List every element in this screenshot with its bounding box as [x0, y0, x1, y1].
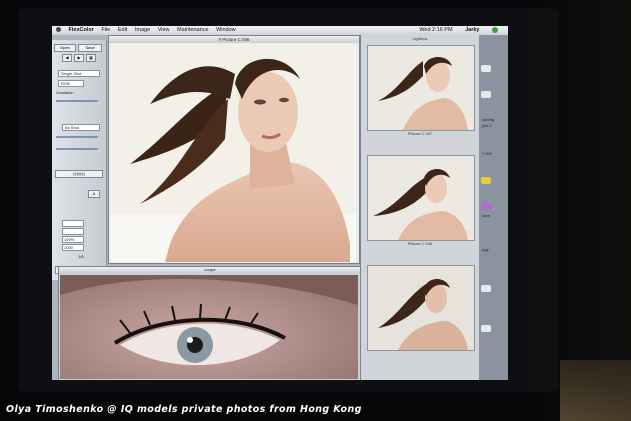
thumbnail-3[interactable] — [367, 265, 475, 351]
shot-select-value: As Shot — [65, 125, 80, 130]
menu-maintenance[interactable]: Maintenance — [177, 27, 209, 33]
room-shadow — [521, 0, 631, 421]
menu-user[interactable]: Jarky — [465, 27, 479, 33]
lightbox-panel: Lightbox Picture C 047 Picture C 046 — [360, 35, 479, 380]
save-button[interactable]: Save — [78, 44, 102, 52]
thumbnail-1-image — [368, 46, 474, 130]
resolution-field[interactable]: 1000 — [62, 244, 84, 251]
thumbnail-2[interactable] — [367, 155, 475, 241]
exposure-slider[interactable] — [56, 136, 98, 138]
desktop-label-5[interactable]: pyg — [482, 247, 488, 252]
text-tool-icon[interactable]: A — [88, 190, 100, 198]
main-photo[interactable] — [110, 44, 356, 262]
main-picture-window: # Picture C 046 — [108, 35, 360, 264]
shot-select[interactable]: As Shot — [62, 124, 100, 131]
menu-bar: FlexColor File Edit Image View Maintenan… — [52, 26, 508, 35]
desktop-label-4[interactable]: hare — [482, 213, 490, 218]
gradation-label: Gradation — [56, 90, 74, 95]
menu-view[interactable]: View — [158, 27, 170, 33]
photo-caption: Olya Timoshenko @ IQ models private phot… — [6, 404, 362, 415]
monitor-screen: FlexColor File Edit Image View Maintenan… — [52, 26, 508, 380]
main-window-title: # Picture C 046 — [109, 36, 359, 43]
desktop-label-3[interactable]: 1 HW — [482, 151, 492, 156]
next-icon[interactable]: ▶ — [74, 54, 84, 62]
desktop-label-2[interactable]: ject 2 — [482, 123, 492, 128]
width-field[interactable] — [62, 220, 84, 227]
lightbox-title: Lightbox — [412, 36, 428, 41]
desktop-area: cycling ject 2 1 HW hare pyg — [479, 35, 508, 380]
desktop-label-1[interactable]: cycling — [482, 117, 494, 122]
desktop-icon-1[interactable] — [481, 65, 491, 72]
color-mode-value: RGB — [61, 81, 70, 86]
prev-icon[interactable]: ◀ — [62, 54, 72, 62]
gradation-slider[interactable] — [56, 100, 98, 102]
menu-file[interactable]: File — [101, 27, 110, 33]
desktop-icon-yellow[interactable] — [481, 177, 491, 184]
apple-icon[interactable] — [56, 27, 61, 33]
portrait-image — [110, 44, 356, 262]
height-field[interactable] — [62, 228, 84, 235]
tool-palette: Open Save ◀ ▶ ▦ Single Shot RGB Gradatio… — [52, 40, 107, 280]
thumbnail-1-caption: Picture C 047 — [407, 131, 433, 136]
thumbnail-3-image — [368, 266, 474, 350]
mode-select[interactable]: Single Shot — [58, 70, 100, 77]
open-button[interactable]: Open — [54, 44, 76, 52]
color-mode-select[interactable]: RGB — [58, 80, 84, 87]
menu-image[interactable]: Image — [135, 27, 150, 33]
scale-field[interactable]: 100% — [62, 236, 84, 243]
menu-clock[interactable]: Wed 2:16 PM — [419, 27, 452, 33]
desktop-icon-2[interactable] — [481, 91, 491, 98]
zoom-label: 1/8 — [78, 254, 84, 259]
eye-image — [60, 275, 358, 366]
loupe-title: Loupe — [59, 267, 361, 273]
status-icon[interactable] — [492, 26, 498, 33]
scale-value: 100% — [64, 237, 75, 242]
resolution-value: 1000 — [64, 245, 73, 250]
desktop-icon-purple[interactable] — [481, 203, 491, 210]
desktop-icon-3[interactable] — [481, 285, 491, 292]
menu-app[interactable]: FlexColor — [69, 27, 94, 33]
thumbnail-2-image — [368, 156, 474, 240]
contrast-slider[interactable] — [56, 148, 98, 150]
desktop-icon-4[interactable] — [481, 325, 491, 332]
menu-extras: Wed 2:16 PM Jarky — [414, 26, 504, 35]
thumbnail-2-caption: Picture C 046 — [407, 241, 433, 246]
curve-buttons[interactable]: {‡|‡|‡} — [55, 170, 103, 178]
menu-edit[interactable]: Edit — [118, 27, 127, 33]
grid-icon[interactable]: ▦ — [86, 54, 96, 62]
mode-select-value: Single Shot — [61, 71, 82, 76]
menu-window[interactable]: Window — [216, 27, 236, 33]
thumbnail-1[interactable] — [367, 45, 475, 131]
loupe-window: Loupe — [58, 266, 362, 380]
eye-closeup[interactable] — [60, 275, 358, 379]
